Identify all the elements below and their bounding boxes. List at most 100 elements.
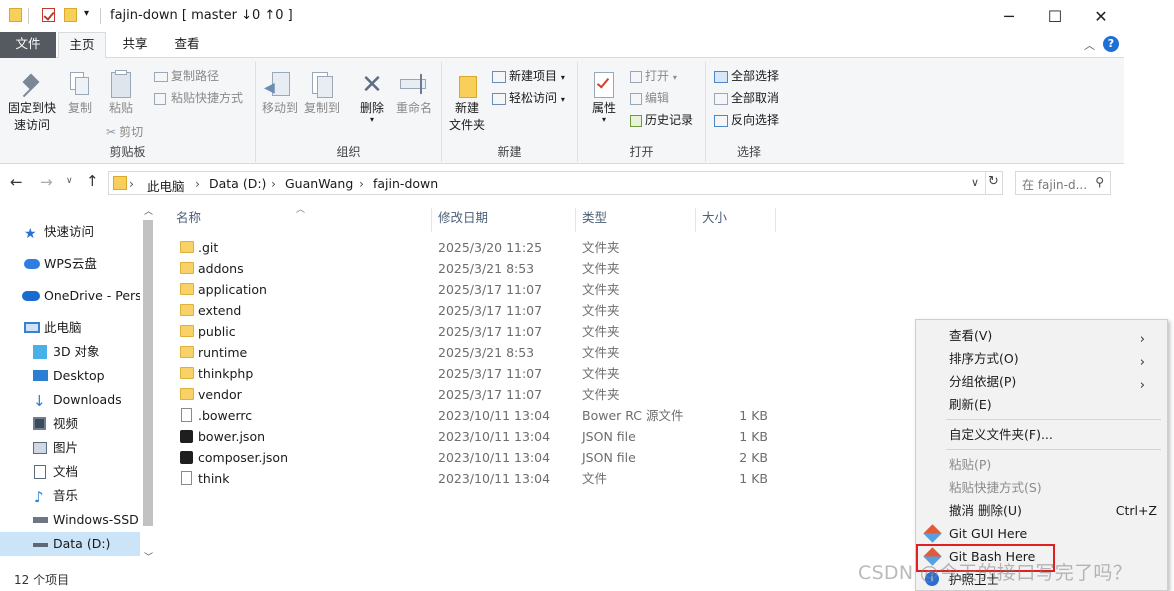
file-row[interactable]: extend 2025/3/17 11:07 文件夹	[176, 300, 776, 321]
sidebar-item-desktop[interactable]: Desktop	[0, 364, 140, 388]
cut-button[interactable]: ✂ 剪切	[106, 124, 143, 141]
pin-quick-access-button[interactable]: 固定到快 速访问	[4, 70, 60, 134]
properties-button[interactable]: 属性 ▾	[586, 70, 622, 124]
rename-button[interactable]: 重命名	[394, 70, 434, 117]
sidebar-item-videos[interactable]: 视频	[0, 412, 140, 436]
menu-item-git-gui-here[interactable]: Git GUI Here	[949, 523, 1159, 545]
refresh-icon[interactable]: ↻	[988, 174, 999, 189]
search-input[interactable]: 在 fajin-d... ⚲	[1015, 171, 1111, 195]
sidebar-item-onedrive[interactable]: OneDrive - Perso	[0, 284, 140, 308]
column-header-date[interactable]: 修改日期	[432, 208, 576, 232]
sidebar-item-downloads[interactable]: ↓ Downloads	[0, 388, 140, 412]
paste-shortcut-button[interactable]: 粘贴快捷方式	[154, 90, 243, 107]
breadcrumb-fajin-down[interactable]: fajin-down	[373, 176, 438, 191]
back-arrow-icon[interactable]: ←	[10, 173, 23, 191]
address-bar[interactable]: › 此电脑 › Data (D:) › GuanWang › fajin-dow…	[108, 171, 1003, 195]
breadcrumb-this-pc[interactable]: 此电脑	[147, 176, 185, 195]
sidebar-item-windows-ssd[interactable]: Windows-SSD	[0, 508, 140, 532]
file-row[interactable]: think 2023/10/11 13:04 文件 1 KB	[176, 468, 776, 489]
easy-access-button[interactable]: 轻松访问 ▾	[492, 90, 565, 108]
help-icon[interactable]: ?	[1103, 36, 1119, 52]
file-row[interactable]: composer.json 2023/10/11 13:04 JSON file 2 …	[176, 447, 776, 468]
tab-share[interactable]: 共享	[112, 32, 158, 58]
scrollbar-thumb[interactable]	[143, 220, 153, 526]
chevron-right-icon[interactable]: ›	[359, 176, 364, 191]
sidebar-scrollbar[interactable]: ︿ ﹀	[140, 200, 156, 566]
tab-view[interactable]: 查看	[164, 32, 210, 58]
move-to-button[interactable]: ◀ 移动到	[260, 70, 300, 117]
chevron-right-icon[interactable]: ›	[129, 176, 134, 191]
invert-selection-button[interactable]: 反向选择	[714, 112, 779, 129]
collapse-ribbon-icon[interactable]: ︿	[1084, 37, 1095, 53]
select-all-button[interactable]: 全部选择	[714, 68, 779, 85]
minimize-button[interactable]: ─	[986, 0, 1032, 32]
properties-icon	[586, 70, 622, 100]
sidebar-item-quick-access[interactable]: ★ 快速访问	[0, 220, 140, 244]
history-button[interactable]: 历史记录	[630, 112, 693, 129]
file-row[interactable]: public 2025/3/17 11:07 文件夹	[176, 321, 776, 342]
column-header-name[interactable]: 名称	[170, 208, 432, 232]
new-item-label: 新建项目	[509, 69, 558, 83]
copy-path-button[interactable]: 复制路径	[154, 68, 219, 85]
column-header-type[interactable]: 类型	[576, 208, 696, 232]
tab-home[interactable]: 主页	[58, 32, 106, 59]
chevron-right-icon[interactable]: ›	[195, 176, 200, 191]
file-row[interactable]: thinkphp 2025/3/17 11:07 文件夹	[176, 363, 776, 384]
maximize-button[interactable]: ☐	[1032, 0, 1078, 32]
properties-quick-icon[interactable]	[42, 8, 55, 22]
file-row[interactable]: addons 2025/3/21 8:53 文件夹	[176, 258, 776, 279]
copy-to-icon	[302, 70, 342, 100]
menu-item-view[interactable]: 查看(V) ›	[949, 325, 1159, 347]
file-row[interactable]: .bowerrc 2023/10/11 13:04 Bower RC 源文件 1 KB	[176, 405, 776, 426]
open-button[interactable]: 打开 ▾	[630, 68, 677, 86]
breadcrumb-guanwang[interactable]: GuanWang	[285, 176, 353, 191]
organize-group-label: 组织	[336, 145, 361, 159]
edit-button[interactable]: 编辑	[630, 90, 669, 107]
sidebar-item-label: 视频	[53, 416, 79, 431]
new-folder-quick-icon[interactable]	[64, 8, 77, 22]
sidebar-item-music[interactable]: ♪ 音乐	[0, 484, 140, 508]
chevron-right-icon[interactable]: ›	[271, 176, 276, 191]
menu-item-refresh[interactable]: 刷新(E)	[949, 394, 1159, 416]
menu-item-paste-shortcut[interactable]: 粘贴快捷方式(S)	[949, 477, 1159, 499]
new-folder-icon	[446, 70, 488, 100]
menu-item-sort-by[interactable]: 排序方式(O) ›	[949, 348, 1159, 370]
file-row[interactable]: vendor 2025/3/17 11:07 文件夹	[176, 384, 776, 405]
sidebar-item-this-pc[interactable]: 此电脑	[0, 316, 140, 340]
scroll-up-icon[interactable]: ︿	[144, 204, 153, 217]
sidebar-item-wps-cloud[interactable]: WPS云盘	[0, 252, 140, 276]
sidebar-item-3d-objects[interactable]: 3D 对象	[0, 340, 140, 364]
file-row[interactable]: bower.json 2023/10/11 13:04 JSON file 1 KB	[176, 426, 776, 447]
new-item-button[interactable]: 新建项目 ▾	[492, 68, 565, 86]
copy-button[interactable]: 复制	[62, 70, 98, 117]
file-type: JSON file	[582, 429, 636, 444]
menu-item-paste[interactable]: 粘贴(P)	[949, 454, 1159, 476]
sidebar-item-pictures[interactable]: 图片	[0, 436, 140, 460]
window-title: fajin-down [ master ↓0 ↑0 ]	[110, 8, 293, 23]
forward-arrow-icon[interactable]: →	[40, 173, 53, 191]
select-all-label: 全部选择	[731, 69, 780, 83]
menu-item-group-by[interactable]: 分组依据(P) ›	[949, 371, 1159, 393]
menu-item-undo-delete[interactable]: 撤消 删除(U) Ctrl+Z	[949, 500, 1161, 522]
sidebar-item-data-drive[interactable]: Data (D:)	[0, 532, 140, 556]
column-header-size[interactable]: 大小	[696, 208, 776, 232]
address-dropdown-icon[interactable]: ∨	[971, 176, 979, 189]
file-row[interactable]: .git 2025/3/20 11:25 文件夹	[176, 237, 776, 258]
file-row[interactable]: runtime 2025/3/21 8:53 文件夹	[176, 342, 776, 363]
recent-locations-icon[interactable]: ∨	[66, 176, 73, 186]
select-none-button[interactable]: 全部取消	[714, 90, 779, 107]
paste-button[interactable]: 粘贴	[102, 70, 140, 117]
tab-file[interactable]: 文件	[0, 32, 56, 58]
copy-to-button[interactable]: 复制到	[302, 70, 342, 117]
delete-button[interactable]: ✕ 删除 ▾	[354, 70, 390, 124]
new-folder-button[interactable]: 新建 文件夹	[446, 70, 488, 134]
customize-toolbar-icon[interactable]: ▾	[84, 8, 89, 19]
file-name: runtime	[198, 345, 248, 360]
up-arrow-icon[interactable]: ↑	[86, 172, 99, 190]
close-button[interactable]: ✕	[1078, 0, 1124, 32]
breadcrumb-data-drive[interactable]: Data (D:)	[209, 176, 266, 191]
file-row[interactable]: application 2025/3/17 11:07 文件夹	[176, 279, 776, 300]
scroll-down-icon[interactable]: ﹀	[144, 550, 153, 563]
menu-item-customize-folder[interactable]: 自定义文件夹(F)...	[949, 424, 1159, 446]
sidebar-item-documents[interactable]: 文档	[0, 460, 140, 484]
